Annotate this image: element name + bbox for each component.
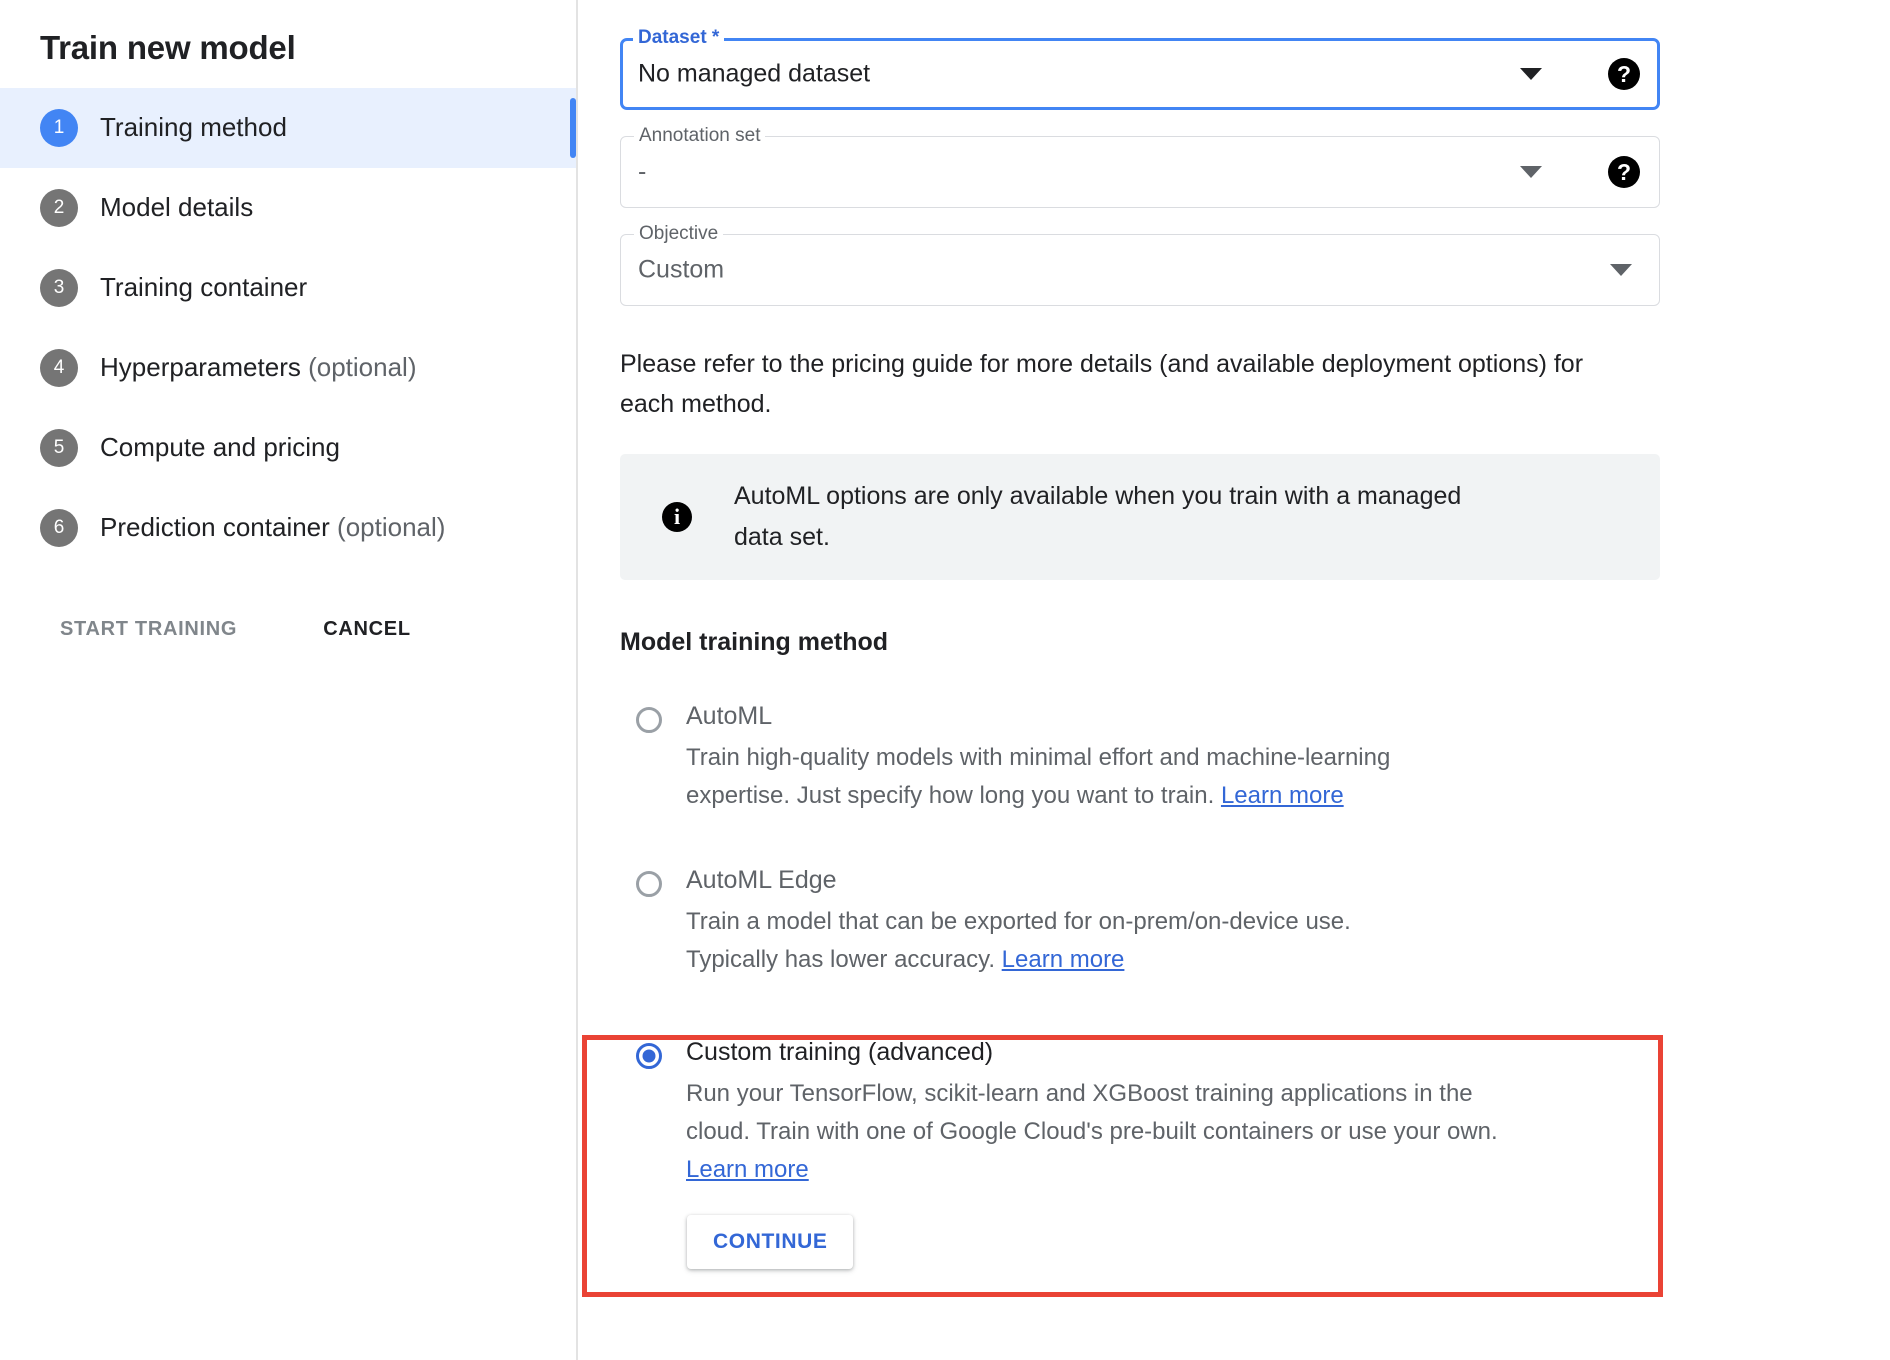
chevron-down-icon[interactable] — [1520, 68, 1542, 80]
objective-outline — [620, 234, 1660, 306]
wizard-steps: 1 Training method 2 Model details 3 Trai… — [0, 88, 576, 568]
learn-more-link[interactable]: Learn more — [686, 1156, 809, 1183]
sidebar-item-hyperparameters[interactable]: 4 Hyperparameters (optional) — [0, 328, 576, 408]
step-number-badge: 4 — [40, 349, 78, 387]
sidebar-item-model-details[interactable]: 2 Model details — [0, 168, 576, 248]
option-automl-description: Train high-quality models with minimal e… — [686, 739, 1501, 815]
option-automl-edge-title: AutoML Edge — [686, 863, 1446, 897]
sidebar-item-label-text: Compute and pricing — [100, 432, 340, 462]
option-automl-edge-description: Train a model that can be exported for o… — [686, 903, 1446, 979]
continue-button[interactable]: CONTINUE — [687, 1215, 853, 1269]
sidebar-item-training-container[interactable]: 3 Training container — [0, 248, 576, 328]
option-automl-body: AutoML Train high-quality models with mi… — [686, 699, 1501, 815]
sidebar-item-label-text: Model details — [100, 192, 253, 222]
option-custom-training[interactable]: Custom training (advanced) Run your Tens… — [620, 1035, 1890, 1269]
annotation-set-outline — [620, 136, 1660, 208]
train-new-model-page: Train new model 1 Training method 2 Mode… — [0, 0, 1890, 1360]
sidebar-item-label: Prediction container (optional) — [100, 512, 445, 543]
page-title: Train new model — [0, 0, 576, 68]
model-training-method-radio-group: AutoML Train high-quality models with mi… — [620, 699, 1890, 1269]
automl-availability-banner: i AutoML options are only available when… — [620, 454, 1660, 580]
annotation-set-select[interactable]: Annotation set - ? — [620, 136, 1660, 208]
objective-label: Objective — [634, 223, 723, 245]
sidebar-item-label: Training method — [100, 112, 287, 143]
sidebar-item-label-text: Hyperparameters — [100, 352, 301, 382]
option-custom-training-description: Run your TensorFlow, scikit-learn and XG… — [686, 1075, 1506, 1189]
dataset-value: No managed dataset — [638, 60, 870, 89]
sidebar-item-label: Model details — [100, 192, 253, 223]
option-automl-title: AutoML — [686, 699, 1501, 733]
training-method-panel: Dataset * No managed dataset ? Annotatio… — [578, 0, 1890, 1360]
help-icon[interactable]: ? — [1608, 156, 1640, 188]
sidebar-item-training-method[interactable]: 1 Training method — [0, 88, 576, 168]
sidebar-item-label-text: Prediction container — [100, 512, 330, 542]
radio-automl[interactable] — [636, 707, 662, 733]
annotation-set-label: Annotation set — [634, 125, 765, 147]
radio-automl-edge[interactable] — [636, 871, 662, 897]
wizard-sidebar: Train new model 1 Training method 2 Mode… — [0, 0, 578, 1360]
objective-value: Custom — [638, 256, 724, 285]
sidebar-item-compute-and-pricing[interactable]: 5 Compute and pricing — [0, 408, 576, 488]
option-automl[interactable]: AutoML Train high-quality models with mi… — [620, 699, 1890, 815]
step-number-badge: 2 — [40, 189, 78, 227]
help-icon[interactable]: ? — [1608, 58, 1640, 90]
option-custom-training-description-text: Run your TensorFlow, scikit-learn and XG… — [686, 1080, 1498, 1145]
cancel-button[interactable]: CANCEL — [323, 610, 411, 649]
option-custom-training-title: Custom training (advanced) — [686, 1035, 1506, 1069]
sidebar-item-label: Hyperparameters (optional) — [100, 352, 417, 383]
step-number-badge: 6 — [40, 509, 78, 547]
sidebar-item-label: Training container — [100, 272, 307, 303]
active-step-indicator — [570, 98, 576, 158]
sidebar-action-bar: START TRAINING CANCEL — [0, 610, 576, 649]
annotation-set-value: - — [638, 158, 646, 187]
sidebar-item-label: Compute and pricing — [100, 432, 340, 463]
radio-custom-training[interactable] — [636, 1043, 662, 1069]
chevron-down-icon[interactable] — [1520, 166, 1542, 178]
learn-more-link[interactable]: Learn more — [1221, 782, 1344, 809]
sidebar-item-prediction-container[interactable]: 6 Prediction container (optional) — [0, 488, 576, 568]
dataset-label: Dataset * — [633, 27, 724, 49]
step-number-badge: 5 — [40, 429, 78, 467]
chevron-down-icon[interactable] — [1610, 264, 1632, 276]
option-custom-training-body: Custom training (advanced) Run your Tens… — [686, 1035, 1506, 1269]
step-number-badge: 1 — [40, 109, 78, 147]
option-automl-edge[interactable]: AutoML Edge Train a model that can be ex… — [620, 863, 1890, 979]
start-training-button[interactable]: START TRAINING — [60, 610, 237, 649]
sidebar-item-optional-tag: (optional) — [308, 352, 416, 382]
sidebar-item-label-text: Training container — [100, 272, 307, 302]
info-icon: i — [662, 502, 692, 532]
step-number-badge: 3 — [40, 269, 78, 307]
learn-more-link[interactable]: Learn more — [1002, 946, 1125, 973]
pricing-guide-note: Please refer to the pricing guide for mo… — [620, 344, 1640, 424]
dataset-select[interactable]: Dataset * No managed dataset ? — [620, 38, 1660, 110]
sidebar-item-optional-tag: (optional) — [337, 512, 445, 542]
option-automl-edge-body: AutoML Edge Train a model that can be ex… — [686, 863, 1446, 979]
automl-availability-text: AutoML options are only available when y… — [734, 476, 1494, 558]
model-training-method-heading: Model training method — [620, 628, 1890, 657]
objective-select[interactable]: Objective Custom — [620, 234, 1660, 306]
sidebar-item-label-text: Training method — [100, 112, 287, 142]
